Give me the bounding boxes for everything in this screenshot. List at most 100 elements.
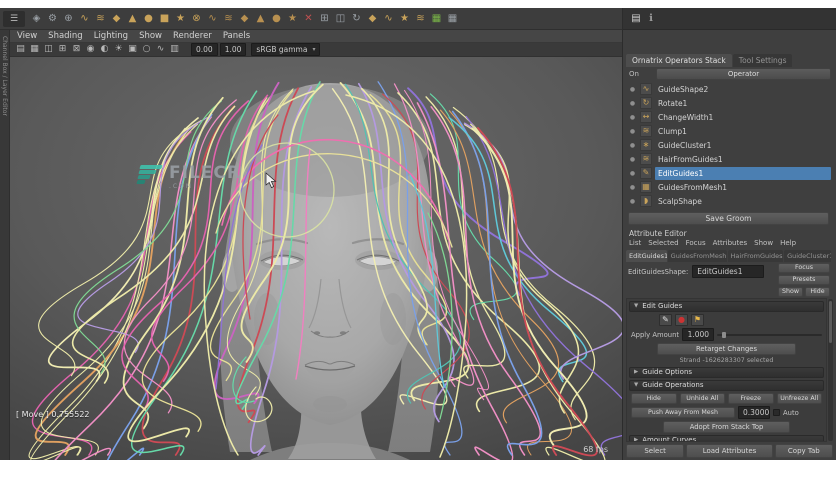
toolbar-icon[interactable]: ∿	[154, 43, 167, 56]
auto-checkbox[interactable]	[773, 409, 780, 416]
info-icon[interactable]: ℹ	[644, 11, 658, 26]
toolbar-icon[interactable]: ▦	[445, 11, 460, 27]
copy-tab-button[interactable]: Copy Tab	[774, 444, 833, 458]
focus-button[interactable]: Focus	[778, 263, 830, 273]
toolbar-icon[interactable]: ∿	[381, 11, 396, 27]
section-amount-curves[interactable]: ▶ Amount Curves	[629, 435, 824, 441]
toolbar-icon[interactable]: ◈	[29, 11, 44, 27]
menu-view[interactable]: View	[17, 31, 37, 41]
toolbar-icon[interactable]: ∿	[205, 11, 220, 27]
hide-guides-button[interactable]: Hide	[631, 393, 677, 404]
toolbar-icon[interactable]: ≋	[93, 11, 108, 27]
toolbar-icon[interactable]: ○	[140, 43, 153, 56]
operator-row-selected[interactable]: ● ✎ EditGuides1	[626, 166, 831, 180]
save-groom-button[interactable]: Save Groom	[628, 212, 829, 225]
toolbar-icon[interactable]: ▲	[125, 11, 140, 27]
left-panel-strip[interactable]: Channel Box / Layer Editor	[0, 30, 10, 460]
gamma-field[interactable]: 1.00	[219, 43, 247, 56]
attribute-scroll-area[interactable]: ▼ Edit Guides ✎ ● ⚑ Apply Amount 1.000 Ret…	[626, 298, 827, 442]
ae-menu-list[interactable]: List	[629, 239, 641, 249]
ae-menu-attributes[interactable]: Attributes	[713, 239, 748, 249]
ae-tab-hairfromguides[interactable]: HairFromGuides1	[727, 250, 784, 262]
app-menu-icon[interactable]: ☰	[3, 10, 25, 27]
toolbar-icon[interactable]: ⊞	[56, 43, 69, 56]
operator-row[interactable]: ● ∗ GuideCluster1	[626, 138, 831, 152]
operator-column-header[interactable]: Operator	[656, 68, 831, 80]
toolbar-icon[interactable]: ◆	[365, 11, 380, 27]
push-away-field[interactable]: 0.3000	[738, 406, 770, 419]
viewport[interactable]: FILECR .COM [ Move ] 0.755522 68 fps	[10, 57, 622, 460]
toolbar-icon[interactable]: ✕	[301, 11, 316, 27]
toolbar-icon[interactable]: ◆	[237, 11, 252, 27]
section-edit-guides[interactable]: ▼ Edit Guides	[629, 301, 824, 312]
operator-visibility-toggle[interactable]: ●	[628, 170, 637, 177]
apply-amount-field[interactable]: 1.000	[682, 328, 715, 341]
toolbar-icon[interactable]: ◫	[42, 43, 55, 56]
operator-row[interactable]: ● ↻ Rotate1	[626, 96, 831, 110]
show-button[interactable]: Show	[778, 287, 803, 297]
toolbar-icon[interactable]: ☀	[112, 43, 125, 56]
apply-amount-slider[interactable]	[717, 331, 822, 338]
menu-panels[interactable]: Panels	[223, 31, 250, 41]
tab-operators-stack[interactable]: Ornatrix Operators Stack	[626, 54, 732, 67]
push-away-button[interactable]: Push Away From Mesh	[631, 407, 735, 418]
toolbar-icon[interactable]: ◆	[109, 11, 124, 27]
ae-tab-editguides[interactable]: EditGuides1	[626, 250, 667, 262]
toolbar-icon[interactable]: ⊠	[70, 43, 83, 56]
operator-row[interactable]: ● ▦ GuidesFromMesh1	[626, 180, 831, 194]
toolbar-icon[interactable]: ∿	[77, 11, 92, 27]
operator-visibility-toggle[interactable]: ●	[628, 156, 637, 163]
section-guide-operations[interactable]: ▼ Guide Operations	[629, 380, 824, 391]
toolbar-icon[interactable]: ▦	[429, 11, 444, 27]
operator-visibility-toggle[interactable]: ●	[628, 142, 637, 149]
operator-visibility-toggle[interactable]: ●	[628, 86, 637, 93]
freeze-button[interactable]: Freeze	[728, 393, 774, 404]
ae-menu-focus[interactable]: Focus	[686, 239, 706, 249]
toolbar-icon[interactable]: ◫	[333, 11, 348, 27]
adopt-from-stack-top-button[interactable]: Adopt From Stack Top	[663, 421, 790, 433]
operator-visibility-toggle[interactable]: ●	[628, 198, 637, 205]
toolbar-icon[interactable]: ▦	[28, 43, 41, 56]
unfreeze-all-button[interactable]: Unfreeze All	[776, 393, 822, 404]
flag-brush-icon[interactable]: ⚑	[691, 314, 704, 326]
load-attributes-button[interactable]: Load Attributes	[686, 444, 773, 458]
gamma-mode-dropdown[interactable]: sRGB gamma ▾	[251, 43, 321, 56]
toolbar-icon[interactable]: ◉	[84, 43, 97, 56]
operator-row[interactable]: ● ◗ ScalpShape	[626, 194, 831, 208]
toolbar-icon[interactable]: ≋	[413, 11, 428, 27]
toolbar-icon[interactable]: ▥	[168, 43, 181, 56]
unhide-all-button[interactable]: Unhide All	[679, 393, 725, 404]
menu-lighting[interactable]: Lighting	[94, 31, 128, 41]
operator-row[interactable]: ● ≋ HairFromGuides1	[626, 152, 831, 166]
toolbar-icon[interactable]: ≋	[221, 11, 236, 27]
ae-menu-help[interactable]: Help	[780, 239, 796, 249]
ae-tab-guidesfrommesh[interactable]: GuidesFromMesh1	[667, 250, 727, 262]
toolbar-icon[interactable]: ★	[173, 11, 188, 27]
operator-row[interactable]: ● ↔ ChangeWidth1	[626, 110, 831, 124]
red-brush-icon[interactable]: ●	[675, 314, 688, 326]
ae-menu-show[interactable]: Show	[754, 239, 773, 249]
shape-name-field[interactable]: EditGuides1	[692, 265, 765, 278]
section-guide-options[interactable]: ▶ Guide Options	[629, 367, 824, 378]
operator-visibility-toggle[interactable]: ●	[628, 114, 637, 121]
toolbar-icon[interactable]: ●	[269, 11, 284, 27]
ae-menu-selected[interactable]: Selected	[648, 239, 678, 249]
toolbar-icon[interactable]: ●	[141, 11, 156, 27]
toolbar-icon[interactable]: ↻	[349, 11, 364, 27]
toolbar-icon[interactable]: ⚙	[45, 11, 60, 27]
menu-show[interactable]: Show	[139, 31, 162, 41]
operators-stack-icon[interactable]: ▤	[629, 11, 643, 26]
exposure-field[interactable]: 0.00	[191, 43, 218, 56]
toolbar-icon[interactable]: ⊕	[61, 11, 76, 27]
edit-brush-icon[interactable]: ✎	[659, 314, 672, 326]
toolbar-icon[interactable]: ◐	[98, 43, 111, 56]
retarget-changes-button[interactable]: Retarget Changes	[657, 343, 796, 355]
operator-visibility-toggle[interactable]: ●	[628, 184, 637, 191]
toolbar-icon[interactable]: ★	[285, 11, 300, 27]
toolbar-icon[interactable]: ⊗	[189, 11, 204, 27]
toolbar-icon[interactable]: ⊞	[317, 11, 332, 27]
menu-shading[interactable]: Shading	[48, 31, 83, 41]
toolbar-icon[interactable]: ▣	[126, 43, 139, 56]
presets-button[interactable]: Presets	[778, 275, 830, 285]
operator-visibility-toggle[interactable]: ●	[628, 100, 637, 107]
